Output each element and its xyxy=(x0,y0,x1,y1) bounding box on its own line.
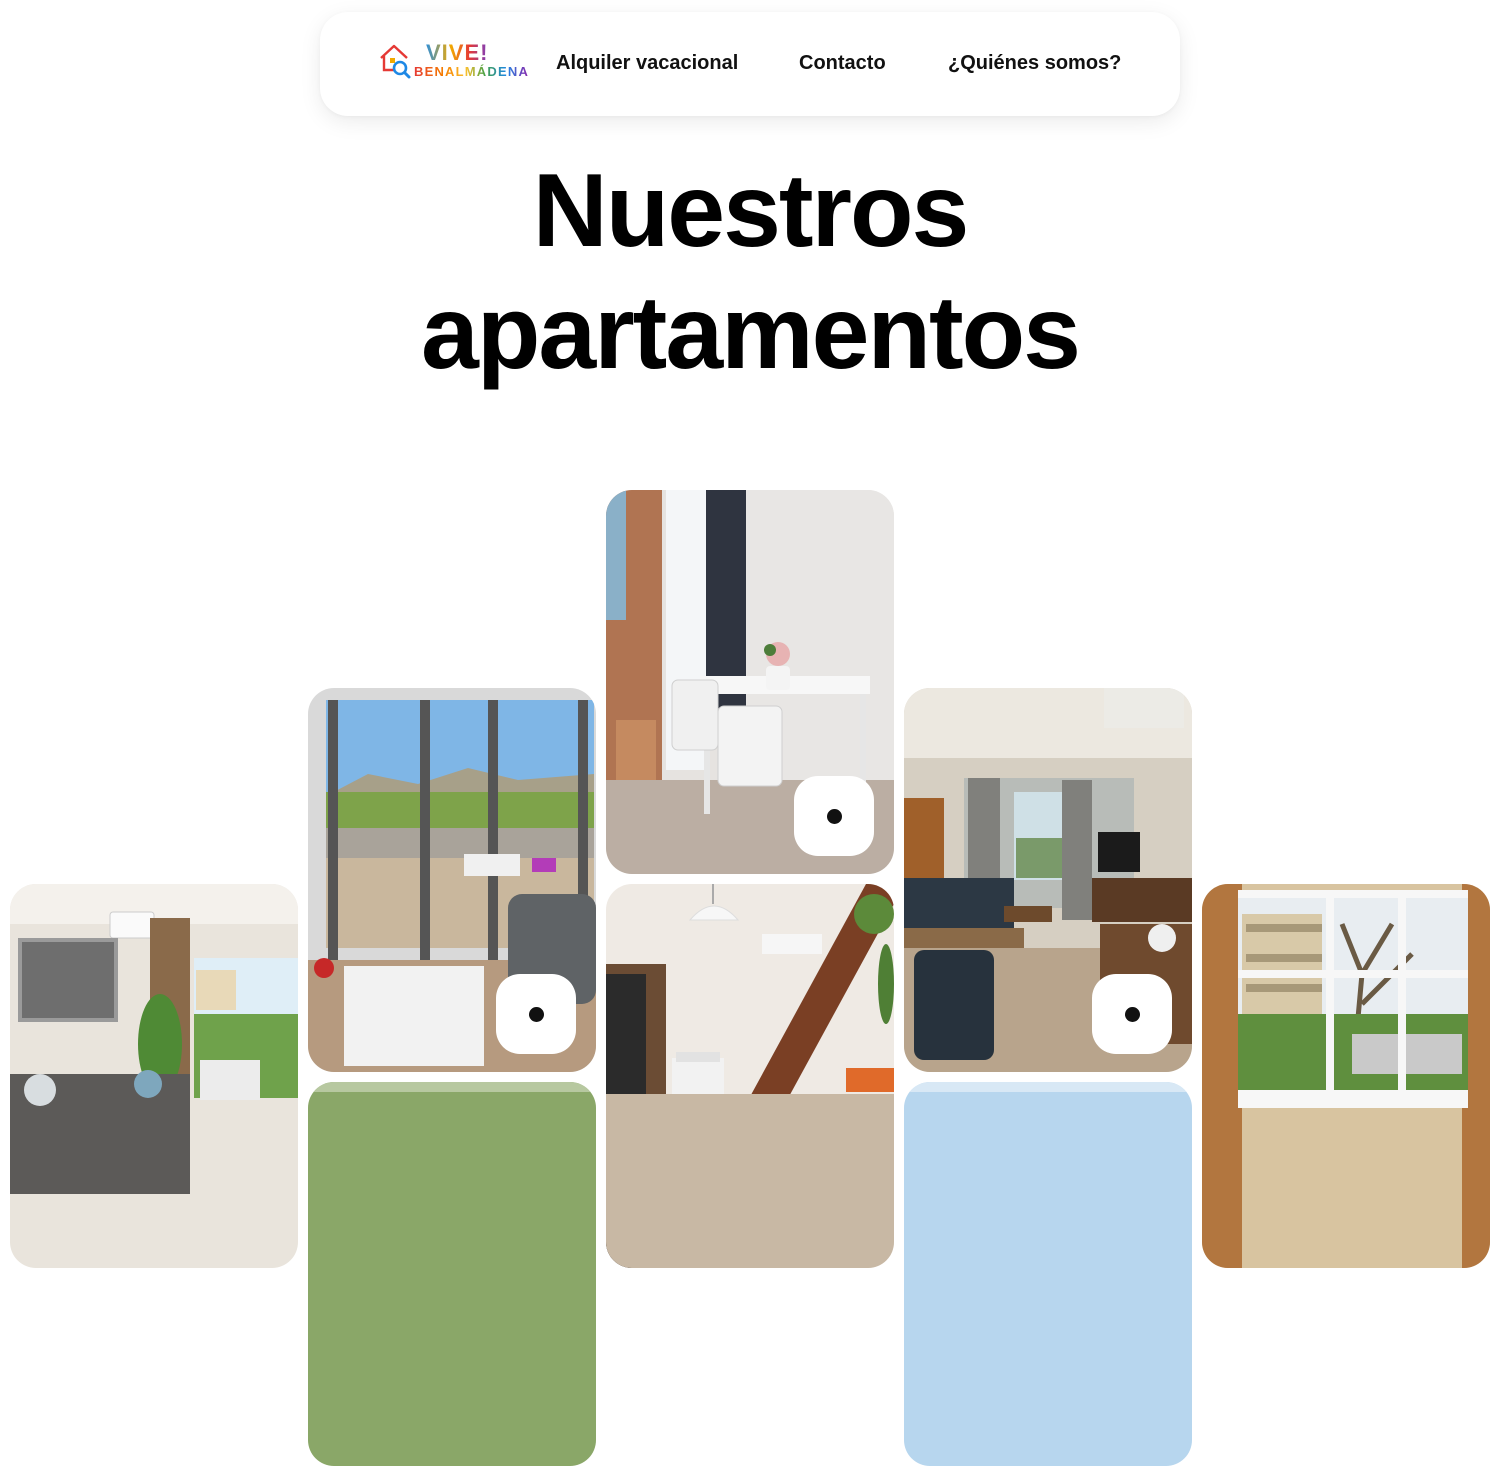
play-button[interactable] xyxy=(1092,974,1172,1054)
apartment-photo xyxy=(904,1082,1192,1466)
page-title: Nuestros apartamentos xyxy=(0,150,1500,394)
nav-link-alquiler-vacacional[interactable]: Alquiler vacacional xyxy=(556,52,738,75)
play-dot-icon xyxy=(1125,1007,1140,1022)
apartment-photo xyxy=(606,884,894,1268)
apartment-photo xyxy=(10,884,298,1268)
brand-logo[interactable]: VIVE! BENALMÁDENA xyxy=(378,40,528,84)
brand-line1: VIVE! xyxy=(426,40,488,66)
apartment-card-balcony-mountain-view[interactable] xyxy=(308,688,596,1072)
apartment-photo xyxy=(1202,884,1490,1268)
apartment-photo xyxy=(308,1082,596,1466)
navbar: VIVE! BENALMÁDENA Alquiler vacacional Co… xyxy=(320,12,1180,116)
nav-link-contacto[interactable]: Contacto xyxy=(799,52,886,75)
play-button[interactable] xyxy=(496,974,576,1054)
page-title-line1: Nuestros xyxy=(532,153,970,269)
apartment-card-dining-white-chairs[interactable] xyxy=(606,490,894,874)
brand-line1-text: VIVE! xyxy=(426,40,489,65)
page-title-line2: apartamentos xyxy=(421,275,1081,391)
brand-line2-text: BENALMÁDENA xyxy=(414,64,530,79)
apartment-card-living-room-dark-sofa[interactable] xyxy=(904,688,1192,1072)
apartment-card-partial-sky[interactable] xyxy=(904,1082,1192,1466)
brand-line2: BENALMÁDENA xyxy=(414,64,529,79)
nav-link-quienes-somos[interactable]: ¿Quiénes somos? xyxy=(948,52,1121,75)
apartment-card-living-room-bright[interactable] xyxy=(10,884,298,1268)
apartment-card-hallway-stairs[interactable] xyxy=(606,884,894,1268)
house-search-icon xyxy=(380,44,411,79)
play-button[interactable] xyxy=(794,776,874,856)
play-dot-icon xyxy=(827,809,842,824)
apartment-card-window-tree-view[interactable] xyxy=(1202,884,1490,1268)
play-dot-icon xyxy=(529,1007,544,1022)
apartment-card-partial-green[interactable] xyxy=(308,1082,596,1466)
